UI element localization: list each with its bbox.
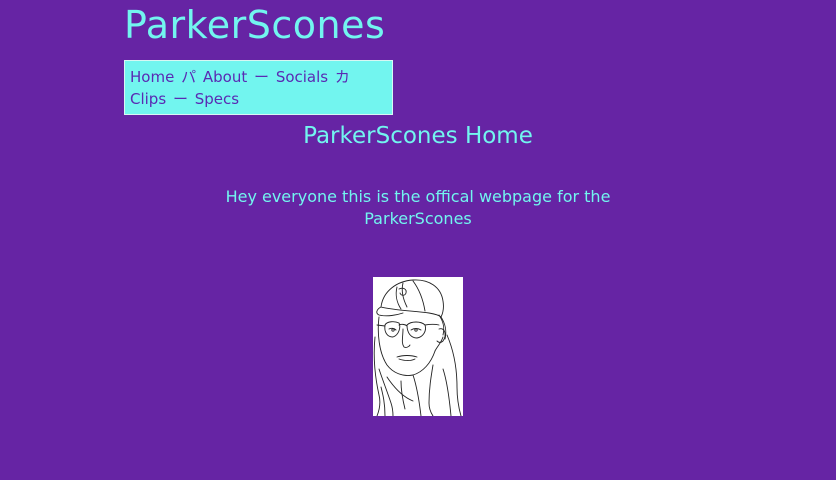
nav-link-specs[interactable]: Specs — [195, 90, 239, 108]
nav-link-clips[interactable]: Clips — [130, 90, 166, 108]
nav-separator: カ — [334, 68, 350, 86]
page-heading: ParkerScones Home — [303, 123, 533, 149]
portrait-image — [373, 277, 463, 416]
nav-link-socials[interactable]: Socials — [276, 68, 328, 86]
nav-separator: ー — [254, 68, 270, 86]
nav-link-home[interactable]: Home — [130, 68, 174, 86]
nav-separator: ー — [172, 90, 188, 108]
site-title: ParkerScones — [124, 3, 386, 47]
intro-text: Hey everyone this is the offical webpage… — [225, 187, 611, 228]
nav-link-about[interactable]: About — [203, 68, 247, 86]
main-nav: Home パ About ー Socials カ Clips ー Specs — [124, 60, 393, 115]
nav-separator: パ — [181, 68, 197, 86]
